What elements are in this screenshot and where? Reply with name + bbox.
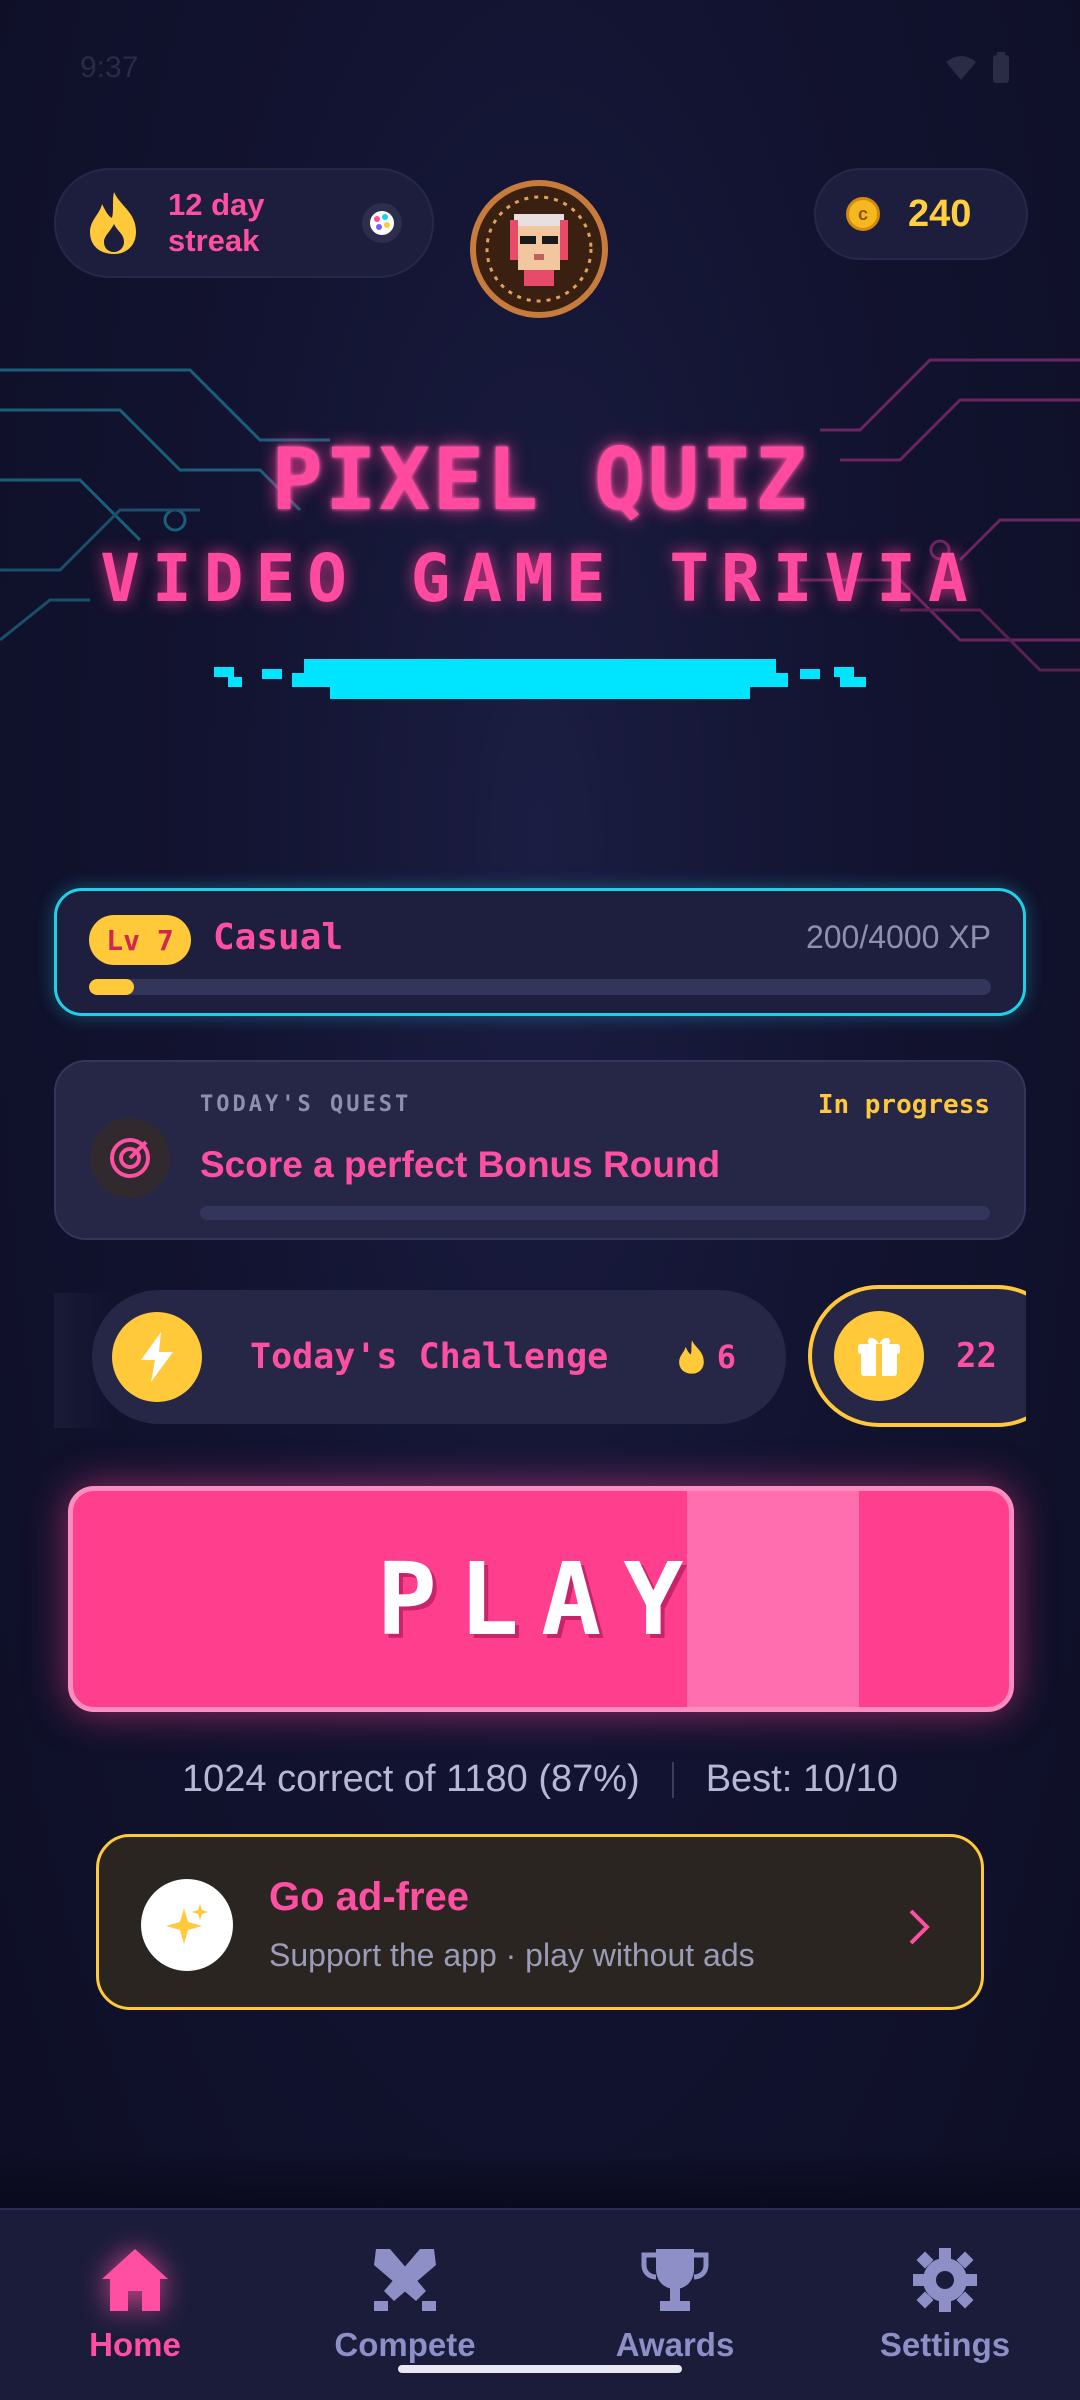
nav-shadow [0, 2150, 1080, 2210]
nav-settings-label: Settings [879, 2326, 1011, 2363]
level-card[interactable]: Lv 7 Casual 200/4000 XP [54, 888, 1026, 1016]
palette-badge-icon[interactable] [362, 203, 402, 243]
quest-label: TODAY'S QUEST [200, 1092, 412, 1117]
adfree-subtitle: Support the app · play without ads [269, 1937, 755, 1973]
home-indicator [398, 2365, 682, 2373]
stats-divider [671, 1761, 674, 1798]
status-bar: 9:37 [80, 48, 1010, 88]
level-name: Casual [213, 917, 344, 958]
pixel-avatar-icon [485, 195, 593, 303]
wifi-icon [946, 56, 976, 80]
battery-icon [993, 52, 1009, 83]
sparkle-icon [141, 1879, 233, 1971]
trophy-icon [635, 2240, 715, 2320]
nav-settings[interactable]: Settings [845, 2240, 1045, 2364]
todays-challenge-button[interactable]: Today's Challenge 6 [92, 1290, 786, 1424]
nav-home-label: Home [89, 2326, 181, 2363]
chevron-right-icon [907, 1907, 931, 1957]
adfree-title: Go ad-free [269, 1875, 470, 1919]
app-title: PIXEL QUIZ [271, 430, 809, 530]
streak-pill[interactable]: 12 day streak [54, 168, 434, 278]
crossed-swords-icon [365, 2240, 445, 2320]
challenge-count: 6 [716, 1338, 736, 1376]
best-stat: Best: 10/10 [705, 1758, 898, 1800]
quest-progress-bar [200, 1206, 990, 1220]
challenge-streak: 6 [677, 1338, 736, 1376]
xp-text: 200/4000 XP [805, 919, 991, 955]
fire-icon [678, 1340, 704, 1374]
correct-stat: 1024 correct of 1180 (87%) [182, 1758, 640, 1800]
go-ad-free-card[interactable]: Go ad-free Support the app · play withou… [96, 1834, 984, 2010]
palette-icon [370, 211, 394, 235]
title-underline-decoration [214, 659, 866, 699]
quest-text: Score a perfect Bonus Round [200, 1144, 721, 1185]
home-icon [95, 2240, 175, 2320]
gear-icon [905, 2240, 985, 2320]
nav-awards-label: Awards [615, 2326, 735, 2363]
nav-home[interactable]: Home [35, 2240, 235, 2364]
xp-progress-bar [89, 979, 991, 995]
daily-gift-button[interactable]: 22 [808, 1285, 1026, 1427]
quest-status: In progress [817, 1090, 990, 1120]
target-icon [90, 1118, 170, 1198]
nav-compete-label: Compete [334, 2326, 476, 2363]
play-button[interactable]: PLAY [68, 1486, 1014, 1712]
app-subtitle: VIDEO GAME TRIVIA [100, 540, 980, 617]
streak-text: 12 day streak [168, 187, 265, 258]
coin-icon: c [846, 197, 880, 231]
fire-icon [90, 192, 136, 254]
coin-count: 240 [908, 192, 972, 235]
coin-balance[interactable]: c 240 [814, 168, 1028, 260]
level-badge: Lv 7 [89, 915, 191, 965]
quest-card[interactable]: TODAY'S QUEST In progress Score a perfec… [54, 1060, 1026, 1240]
nav-compete[interactable]: Compete [305, 2240, 505, 2364]
xp-progress-fill [89, 979, 135, 995]
stats-row: 1024 correct of 1180 (87%) Best: 10/10 [0, 1758, 1080, 1801]
play-label: PLAY [376, 1540, 706, 1658]
gift-icon [834, 1311, 924, 1401]
lightning-icon [112, 1312, 202, 1402]
gift-count: 22 [956, 1336, 997, 1376]
challenge-label: Today's Challenge [250, 1337, 609, 1377]
nav-awards[interactable]: Awards [575, 2240, 775, 2364]
challenge-row: Today's Challenge 6 22 [54, 1285, 1026, 1430]
avatar[interactable] [470, 180, 608, 318]
status-time: 9:37 [80, 51, 139, 84]
